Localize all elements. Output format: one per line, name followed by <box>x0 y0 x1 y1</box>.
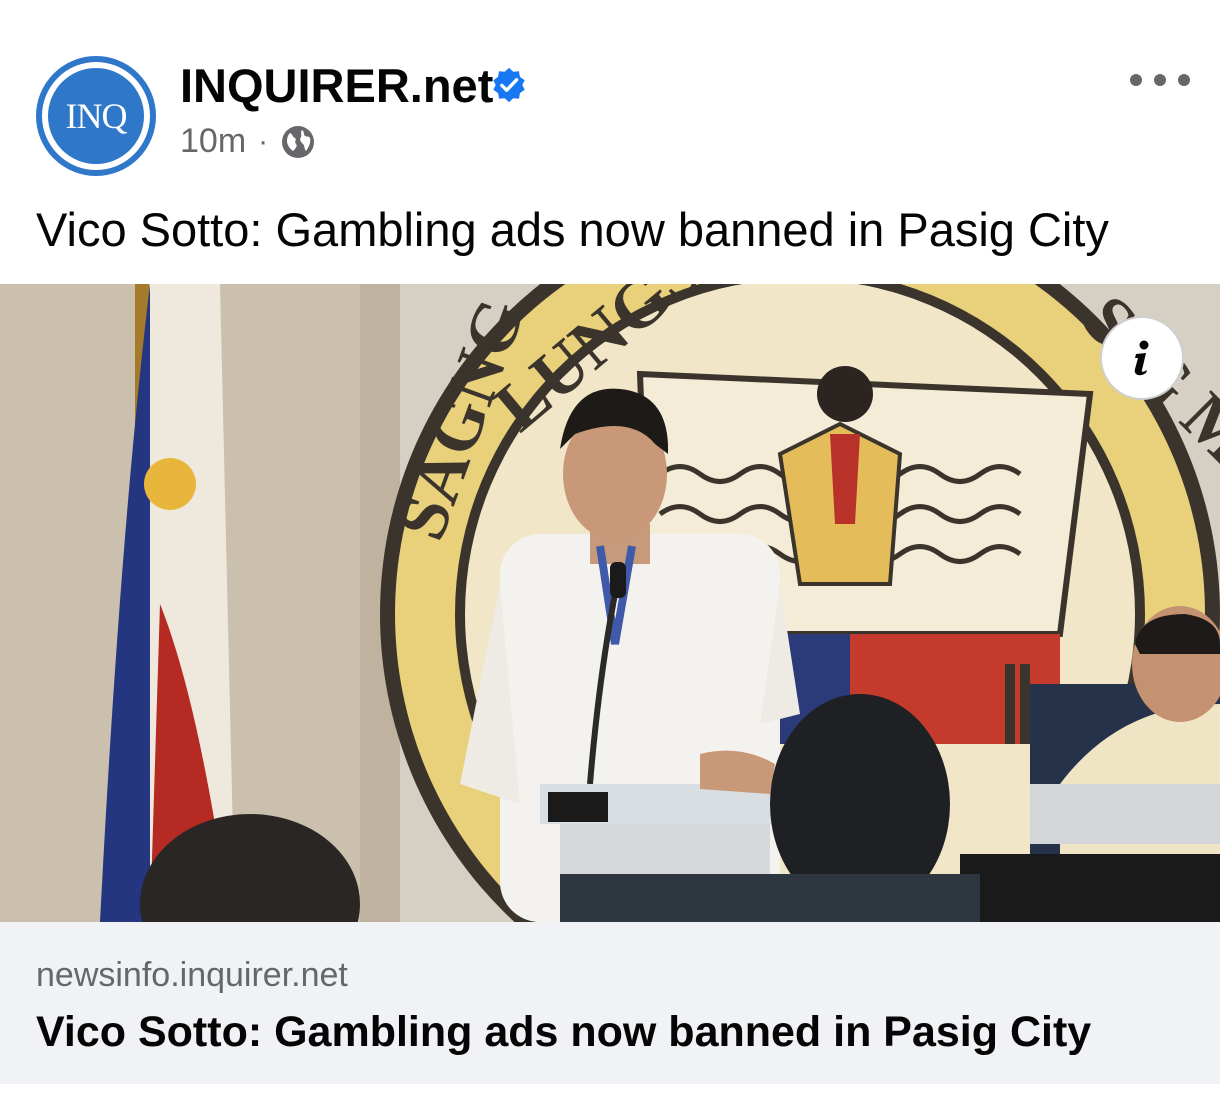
post-photo[interactable]: SAGNG LUNGS SIG METRO <box>0 284 1220 922</box>
info-icon[interactable] <box>1100 316 1184 400</box>
page-name[interactable]: INQUIRER.net <box>180 58 493 113</box>
link-title[interactable]: Vico Sotto: Gambling ads now banned in P… <box>36 1008 1091 1057</box>
news-photo-illustration: SAGNG LUNGS SIG METRO <box>0 284 1220 922</box>
avatar-logo-text: INQ <box>48 68 144 164</box>
globe-icon <box>282 125 315 158</box>
more-options-icon[interactable] <box>1130 68 1190 92</box>
verified-badge-icon <box>493 67 525 103</box>
info-glyph-icon <box>1134 340 1149 376</box>
link-preview-card[interactable] <box>0 922 1220 1084</box>
link-domain: newsinfo.inquirer.net <box>36 956 348 994</box>
page-avatar[interactable]: INQ <box>36 56 156 176</box>
post-caption: Vico Sotto: Gambling ads now banned in P… <box>36 203 1109 256</box>
meta-separator: · <box>258 124 269 158</box>
post-timestamp[interactable]: 10m <box>180 122 246 161</box>
post-meta: 10m · <box>180 122 316 161</box>
post-header: INQ INQUIRER.net 10m · <box>0 0 1220 190</box>
